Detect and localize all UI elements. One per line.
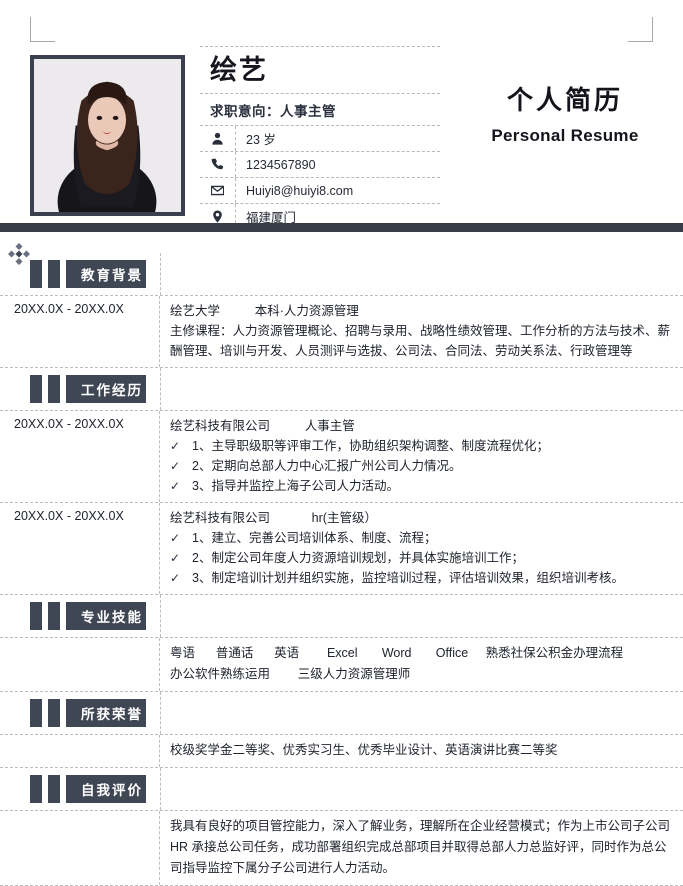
bullet-text: 1、建立、完善公司培训体系、制度、流程； bbox=[192, 531, 437, 545]
contact-value-email: Huiyi8@huiyi8.com bbox=[246, 183, 354, 198]
check-icon: ✓ bbox=[170, 531, 181, 545]
document-title: 个人简历 Personal Resume bbox=[460, 84, 670, 146]
bullet-text: 1、主导职级职等评审工作，协助组织架构调整、制度流程优化； bbox=[192, 439, 549, 453]
column-divider bbox=[160, 768, 161, 810]
bullet-item: ✓ 1、建立、完善公司培训体系、制度、流程； bbox=[170, 528, 671, 548]
contact-row-phone: 1234567890 bbox=[200, 152, 440, 178]
entry-heading: 绘艺科技有限公司 hr(主管级） bbox=[170, 511, 377, 525]
entry-paragraph: 主修课程：人力资源管理概论、招聘与录用、战略性绩效管理、工作分析的方法与技术、薪… bbox=[170, 324, 671, 358]
honors-line-1: 校级奖学金二等奖、优秀实习生、优秀毕业设计、英语演讲比赛二等奖 bbox=[170, 743, 558, 757]
title-english: Personal Resume bbox=[491, 125, 639, 145]
section-header-skills: 专业技能 bbox=[0, 595, 683, 638]
entry-date bbox=[0, 735, 160, 767]
envelope-icon bbox=[200, 178, 236, 203]
entry-date: 20XX.0X - 20XX.0X bbox=[0, 503, 160, 594]
entry-date: 20XX.0X - 20XX.0X bbox=[0, 411, 160, 502]
entry-date bbox=[0, 811, 160, 885]
entry-date: 20XX.0X - 20XX.0X bbox=[0, 296, 160, 367]
title-chinese: 个人简历 bbox=[506, 85, 623, 115]
contact-row-age: 23 岁 bbox=[200, 126, 440, 152]
contact-value-age: 23 岁 bbox=[246, 133, 276, 147]
section-bars-icon bbox=[30, 602, 78, 630]
section-label-self-evaluation: 自我评价 bbox=[78, 775, 146, 803]
bullet-item: ✓ 2、制定公司年度人力资源培训规划，并具体实施培训工作； bbox=[170, 548, 671, 568]
bullet-text: 3、制定培训计划并组织实施，监控培训过程，评估培训效果，组织培训考核。 bbox=[192, 571, 624, 585]
entry-content: 粤语 普通话 英语 Excel Word Office 熟悉社保公积金办理流程 … bbox=[160, 638, 683, 691]
check-icon: ✓ bbox=[170, 479, 181, 493]
entry-heading: 绘艺大学 本科·人力资源管理 bbox=[170, 304, 359, 318]
section-header-education: 教育背景 bbox=[0, 253, 683, 296]
bullet-item: ✓ 3、制定培训计划并组织实施，监控培训过程，评估培训效果，组织培训考核。 bbox=[170, 568, 671, 588]
section-label-honors: 所获荣誉 bbox=[78, 699, 146, 727]
skills-line-1: 粤语 普通话 英语 Excel Word Office 熟悉社保公积金办理流程 bbox=[170, 646, 624, 660]
entry-skills-0: 粤语 普通话 英语 Excel Word Office 熟悉社保公积金办理流程 … bbox=[0, 638, 683, 692]
section-bars-icon bbox=[30, 699, 78, 727]
entry-content: 绘艺科技有限公司 hr(主管级） ✓ 1、建立、完善公司培训体系、制度、流程； … bbox=[160, 503, 683, 594]
section-label-education: 教育背景 bbox=[78, 260, 146, 288]
entry-content: 校级奖学金二等奖、优秀实习生、优秀毕业设计、英语演讲比赛二等奖 bbox=[160, 735, 683, 767]
entry-self-evaluation-0: 我具有良好的项目管控能力，深入了解业务，理解所在企业经营模式；作为上市公司子公司… bbox=[0, 811, 683, 886]
section-bars-icon bbox=[30, 775, 78, 803]
self-evaluation-text: 我具有良好的项目管控能力，深入了解业务，理解所在企业经营模式；作为上市公司子公司… bbox=[170, 819, 671, 875]
portrait-photo-icon bbox=[34, 59, 181, 212]
profile-photo bbox=[30, 55, 185, 216]
bullet-item: ✓ 3、指导并监控上海子公司人力活动。 bbox=[170, 476, 671, 496]
column-divider bbox=[160, 595, 161, 637]
name-row: 绘艺 bbox=[200, 46, 440, 94]
job-objective: 求职意向：人事主管 bbox=[210, 103, 336, 119]
person-name: 绘艺 bbox=[210, 54, 268, 85]
entry-content: 绘艺大学 本科·人力资源管理 主修课程：人力资源管理概论、招聘与录用、战略性绩效… bbox=[160, 296, 683, 367]
section-header-self-evaluation: 自我评价 bbox=[0, 768, 683, 811]
entry-honors-0: 校级奖学金二等奖、优秀实习生、优秀毕业设计、英语演讲比赛二等奖 bbox=[0, 735, 683, 768]
entry-work-0: 20XX.0X - 20XX.0X 绘艺科技有限公司 人事主管 ✓ 1、主导职级… bbox=[0, 411, 683, 503]
column-divider bbox=[160, 368, 161, 410]
section-bars-icon bbox=[30, 375, 78, 403]
skills-line-2: 办公软件熟练运用 三级人力资源管理师 bbox=[170, 667, 411, 681]
section-bars-icon bbox=[30, 260, 78, 288]
objective-row: 求职意向：人事主管 bbox=[200, 94, 440, 126]
phone-icon bbox=[200, 152, 236, 177]
column-divider bbox=[160, 692, 161, 734]
check-icon: ✓ bbox=[170, 439, 181, 453]
entry-education-0: 20XX.0X - 20XX.0X 绘艺大学 本科·人力资源管理 主修课程：人力… bbox=[0, 296, 683, 368]
check-icon: ✓ bbox=[170, 571, 181, 585]
section-header-work-experience: 工作经历 bbox=[0, 368, 683, 411]
section-label-work-experience: 工作经历 bbox=[78, 375, 146, 403]
bullet-text: 3、指导并监控上海子公司人力活动。 bbox=[192, 479, 399, 493]
person-icon bbox=[200, 126, 236, 151]
header-divider-bar bbox=[0, 223, 683, 232]
section-header-honors: 所获荣誉 bbox=[0, 692, 683, 735]
bullet-text: 2、制定公司年度人力资源培训规划，并具体实施培训工作； bbox=[192, 551, 524, 565]
entry-content: 我具有良好的项目管控能力，深入了解业务，理解所在企业经营模式；作为上市公司子公司… bbox=[160, 811, 683, 885]
entry-date bbox=[0, 638, 160, 691]
check-icon: ✓ bbox=[170, 459, 181, 473]
entry-heading: 绘艺科技有限公司 人事主管 bbox=[170, 419, 355, 433]
column-divider bbox=[160, 253, 161, 295]
bullet-item: ✓ 2、定期向总部人力中心汇报广州公司人力情况。 bbox=[170, 456, 671, 476]
section-label-skills: 专业技能 bbox=[78, 602, 146, 630]
check-icon: ✓ bbox=[170, 551, 181, 565]
entry-work-1: 20XX.0X - 20XX.0X 绘艺科技有限公司 hr(主管级） ✓ 1、建… bbox=[0, 503, 683, 595]
entry-content: 绘艺科技有限公司 人事主管 ✓ 1、主导职级职等评审工作，协助组织架构调整、制度… bbox=[160, 411, 683, 502]
resume-body: 教育背景 20XX.0X - 20XX.0X 绘艺大学 本科·人力资源管理 主修… bbox=[0, 253, 683, 886]
profile-info: 绘艺 求职意向：人事主管 23 岁 1234567890 Huiyi8@huiy… bbox=[200, 46, 440, 230]
contact-value-phone: 1234567890 bbox=[246, 157, 316, 172]
bullet-item: ✓ 1、主导职级职等评审工作，协助组织架构调整、制度流程优化； bbox=[170, 436, 671, 456]
bullet-text: 2、定期向总部人力中心汇报广州公司人力情况。 bbox=[192, 459, 462, 473]
contact-row-email: Huiyi8@huiyi8.com bbox=[200, 178, 440, 204]
resume-header: 绘艺 求职意向：人事主管 23 岁 1234567890 Huiyi8@huiy… bbox=[0, 36, 683, 230]
